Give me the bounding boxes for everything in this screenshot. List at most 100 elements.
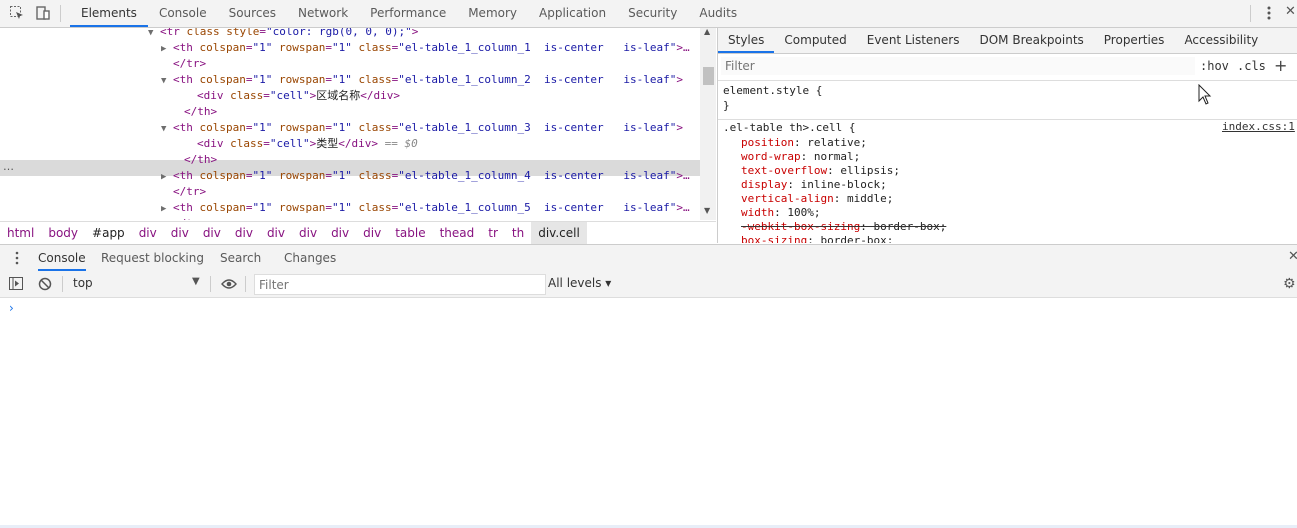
dom-node-line[interactable]: </tr> [173, 184, 206, 200]
close-drawer-icon[interactable]: ✕ [1288, 249, 1297, 264]
css-property-value[interactable]: relative; [807, 136, 867, 149]
styles-tab-event-listeners[interactable]: Event Listeners [857, 28, 970, 53]
breadcrumb-item[interactable]: div [292, 222, 324, 244]
scroll-down-arrow-icon[interactable]: ▼ [704, 206, 710, 215]
dom-tree-scroll-thumb[interactable] [703, 67, 714, 85]
breadcrumb-item[interactable]: thead [433, 222, 482, 244]
drawer-menu-icon[interactable] [14, 251, 20, 265]
css-source-link[interactable]: index.css:1 [1222, 120, 1295, 133]
breadcrumb-item[interactable]: div [228, 222, 260, 244]
drawer-tab-request-blocking[interactable]: Request blocking [101, 245, 204, 271]
breadcrumb-item[interactable]: table [388, 222, 432, 244]
device-toolbar-icon[interactable] [35, 5, 51, 21]
dom-tree[interactable]: … ▼ <tr class style="color: rgb(0, 0, 0)… [0, 28, 716, 220]
breadcrumb-item[interactable]: html [0, 222, 41, 244]
css-property-value[interactable]: middle; [847, 192, 893, 205]
dom-node-line[interactable]: </tr> [173, 216, 206, 220]
breadcrumb-item[interactable]: div [132, 222, 164, 244]
tab-memory[interactable]: Memory [457, 0, 528, 27]
css-property-name[interactable]: vertical-align [741, 192, 834, 205]
breadcrumb-item[interactable]: div [356, 222, 388, 244]
console-settings-gear-icon[interactable]: ⚙ [1283, 276, 1296, 292]
styles-tab-properties[interactable]: Properties [1094, 28, 1175, 53]
dom-node-line[interactable]: ▶ <th colspan="1" rowspan="1" class="el-… [161, 40, 690, 56]
dom-node-line[interactable]: <div class="cell">区域名称</div> [197, 88, 400, 104]
tab-elements[interactable]: Elements [70, 0, 148, 27]
dom-node-line[interactable]: ▼ <tr class style="color: rgb(0, 0, 0);"… [148, 28, 418, 40]
execution-context-select[interactable]: top [73, 276, 93, 290]
breadcrumb-item[interactable]: div [324, 222, 356, 244]
dom-node-line[interactable]: ▼ <th colspan="1" rowspan="1" class="el-… [161, 120, 683, 136]
breadcrumb-item[interactable]: div.cell [531, 222, 587, 244]
console-output[interactable]: › [0, 298, 1297, 528]
tab-performance[interactable]: Performance [359, 0, 457, 27]
css-property-value[interactable]: border-box; [873, 220, 946, 233]
css-declaration[interactable]: word-wrap: normal; [741, 150, 860, 164]
breadcrumb-item[interactable]: #app [85, 222, 132, 244]
css-property-name[interactable]: display [741, 178, 787, 191]
inspect-element-icon[interactable] [9, 5, 25, 21]
hover-state-toggle[interactable]: :hov [1200, 59, 1229, 73]
tab-audits[interactable]: Audits [688, 0, 748, 27]
log-levels-dropdown[interactable]: All levels ▾ [548, 276, 611, 290]
css-property-value[interactable]: 100%; [787, 206, 820, 219]
styles-tab-computed[interactable]: Computed [774, 28, 856, 53]
drawer-tab-search[interactable]: Search [220, 245, 261, 271]
console-sidebar-icon[interactable] [9, 277, 23, 294]
close-devtools-icon[interactable]: ✕ [1285, 4, 1296, 19]
tab-console[interactable]: Console [148, 0, 218, 27]
css-property-name[interactable]: word-wrap [741, 150, 801, 163]
drawer-tab-changes[interactable]: Changes [284, 245, 336, 271]
css-property-name[interactable]: -webkit-box-sizing [741, 220, 860, 233]
css-property-name[interactable]: box-sizing [741, 234, 807, 243]
styles-filter-input[interactable] [721, 57, 1195, 75]
css-declaration[interactable]: position: relative; [741, 136, 867, 150]
css-declaration[interactable]: text-overflow: ellipsis; [741, 164, 900, 178]
class-toggle[interactable]: .cls [1237, 59, 1266, 73]
css-declaration[interactable]: -webkit-box-sizing: border-box; [741, 220, 946, 234]
dom-node-line[interactable]: ▼ <th colspan="1" rowspan="1" class="el-… [161, 72, 683, 88]
breadcrumb-item[interactable]: div [196, 222, 228, 244]
breadcrumb-item[interactable]: th [505, 222, 531, 244]
tab-network[interactable]: Network [287, 0, 359, 27]
styles-tab-styles[interactable]: Styles [718, 28, 775, 53]
node-actions-icon[interactable]: … [3, 160, 14, 174]
css-declaration[interactable]: box-sizing: border-box; [741, 234, 893, 243]
customize-menu-icon[interactable] [1263, 5, 1275, 21]
dom-node-line[interactable]: </th> [184, 152, 217, 168]
scroll-up-arrow-icon[interactable]: ▲ [704, 27, 710, 36]
tab-application[interactable]: Application [528, 0, 617, 27]
tab-security[interactable]: Security [617, 0, 688, 27]
styles-tab-dom-breakpoints[interactable]: DOM Breakpoints [969, 28, 1093, 53]
breadcrumb-item[interactable]: body [41, 222, 85, 244]
css-property-value[interactable]: normal; [814, 150, 860, 163]
dom-node-line[interactable]: ▶ <th colspan="1" rowspan="1" class="el-… [161, 168, 690, 184]
tab-sources[interactable]: Sources [218, 0, 287, 27]
css-rule-selector[interactable]: .el-table th>.cell { [723, 121, 855, 135]
dom-node-line[interactable]: ▶ <th colspan="1" rowspan="1" class="el-… [161, 200, 690, 216]
css-property-name[interactable]: text-overflow [741, 164, 827, 177]
css-property-name[interactable]: position [741, 136, 794, 149]
chevron-down-icon[interactable]: ▼ [192, 276, 200, 287]
css-property-value[interactable]: inline-block; [801, 178, 887, 191]
styles-tab-accessibility[interactable]: Accessibility [1174, 28, 1268, 53]
dom-node-line[interactable]: </th> [184, 104, 217, 120]
css-declaration[interactable]: display: inline-block; [741, 178, 887, 192]
console-filter-input[interactable] [254, 274, 546, 295]
css-declaration[interactable]: vertical-align: middle; [741, 192, 893, 206]
css-property-value[interactable]: border-box; [820, 234, 893, 243]
breadcrumb-item[interactable]: div [164, 222, 196, 244]
element-style-selector[interactable]: element.style { [723, 84, 822, 98]
clear-console-icon[interactable] [38, 277, 52, 294]
new-style-rule-button[interactable]: + [1274, 56, 1287, 75]
css-property-value[interactable]: ellipsis; [840, 164, 900, 177]
css-declaration[interactable]: width: 100%; [741, 206, 821, 220]
dom-node-line[interactable]: <div class="cell">类型</div> == $0 [197, 136, 418, 152]
breadcrumb-item[interactable]: tr [481, 222, 505, 244]
console-prompt-icon[interactable]: › [9, 301, 14, 315]
css-property-name[interactable]: width [741, 206, 774, 219]
live-expression-eye-icon[interactable] [221, 278, 237, 293]
dom-node-line[interactable]: </tr> [173, 56, 206, 72]
drawer-tab-console[interactable]: Console [38, 245, 86, 271]
breadcrumb-item[interactable]: div [260, 222, 292, 244]
